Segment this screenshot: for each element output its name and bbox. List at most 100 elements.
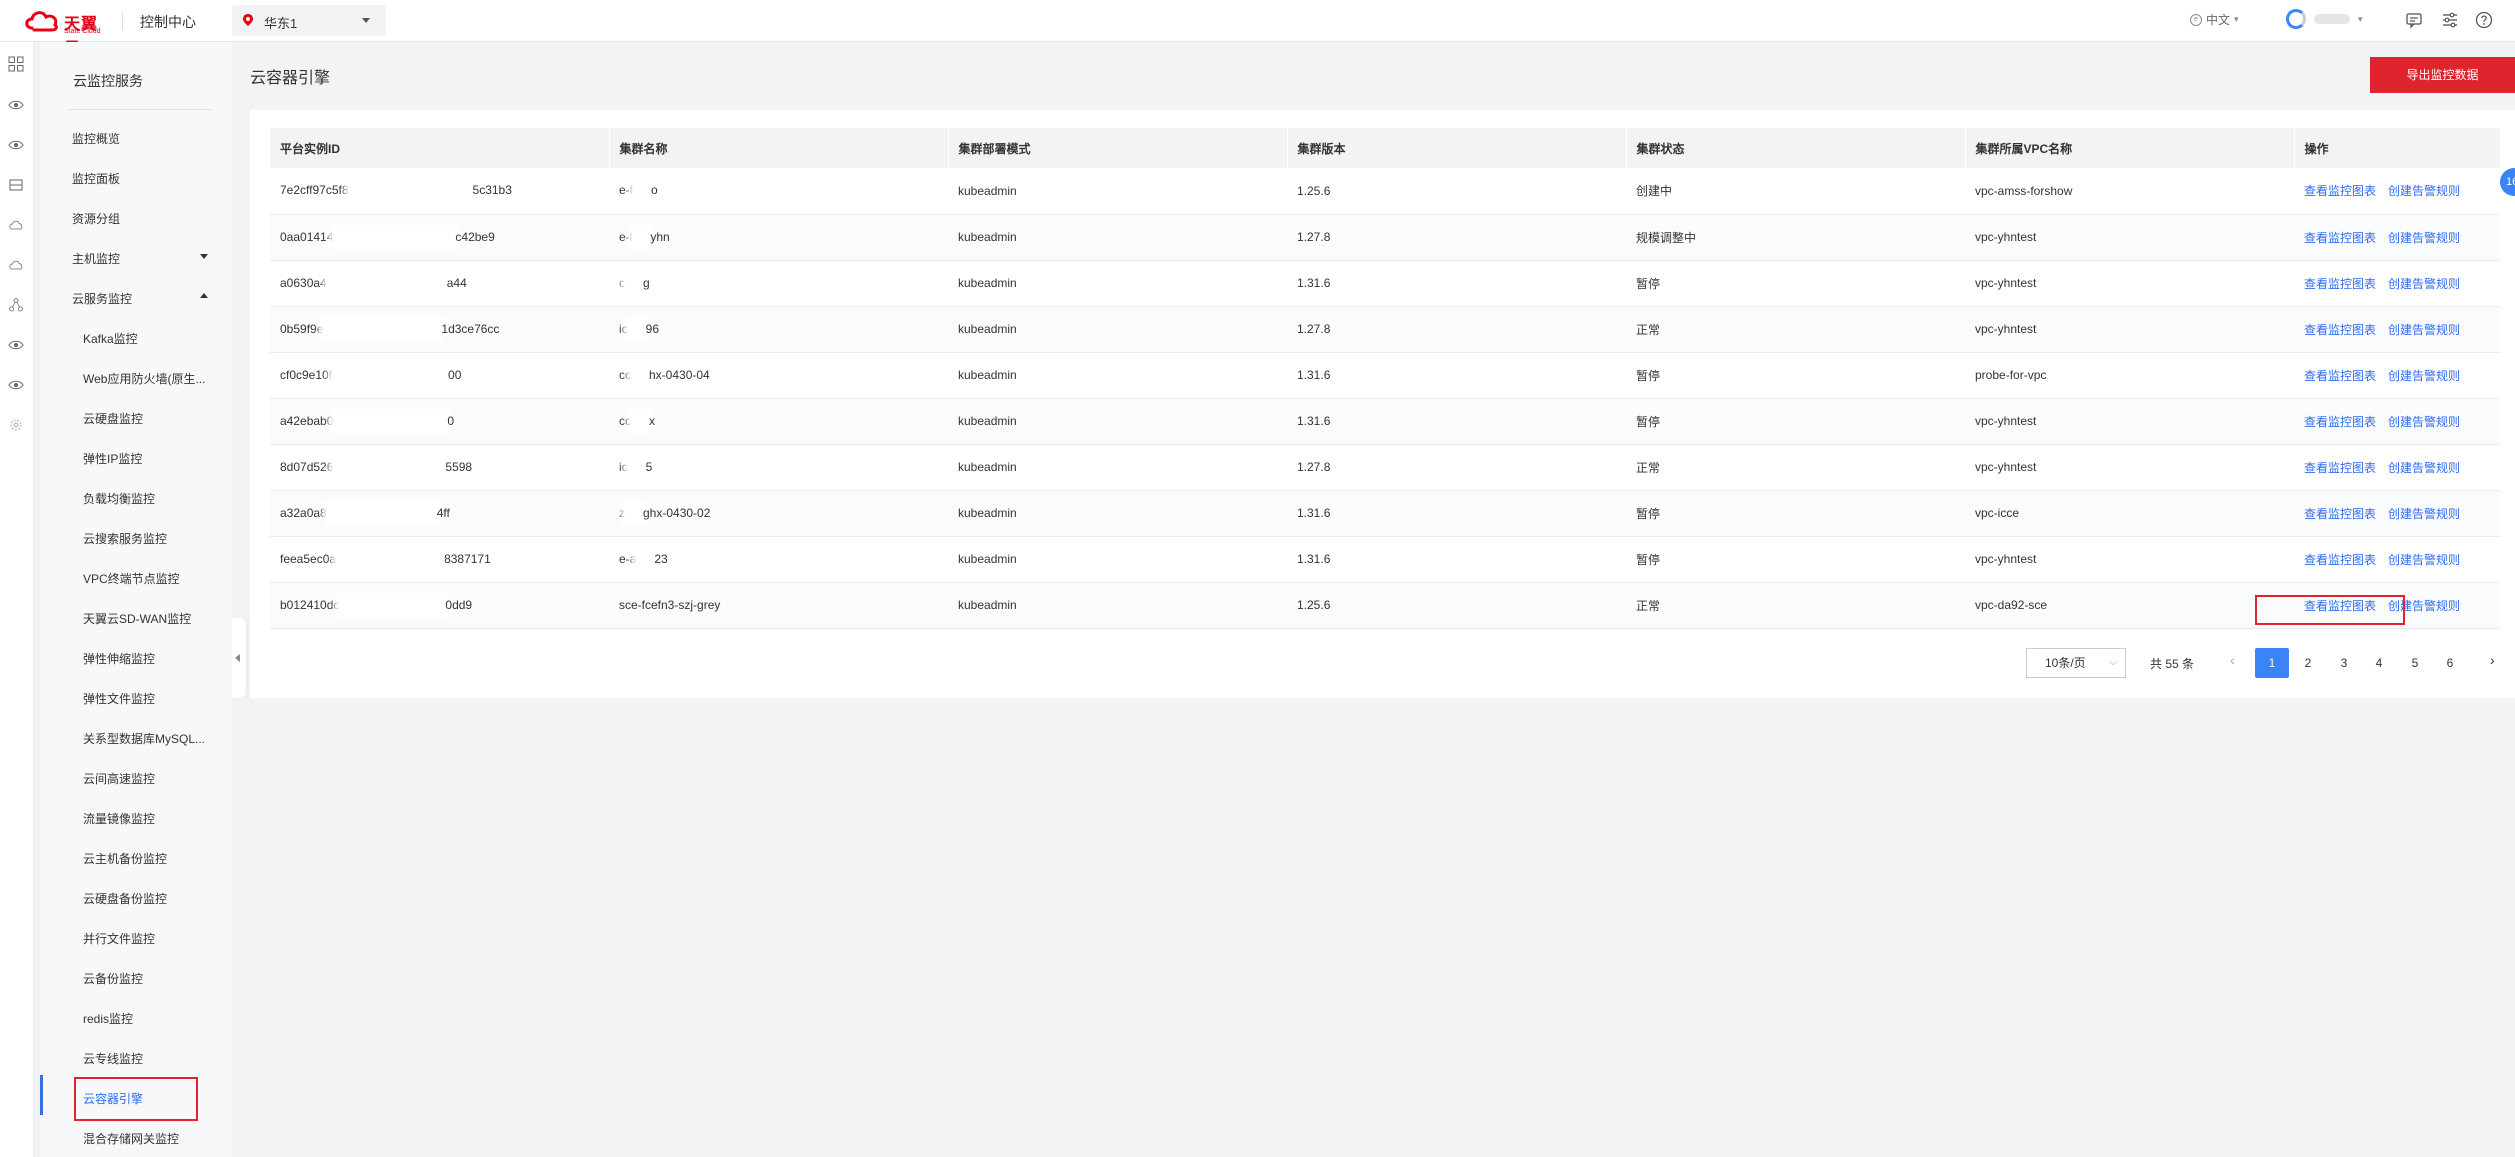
view-monitoring-chart-link[interactable]: 查看监控图表 xyxy=(2304,369,2376,383)
vpc-name-cell: vpc-icce xyxy=(1965,490,2294,537)
eye-icon[interactable] xyxy=(8,137,24,153)
top-bar: 天翼云 State Cloud 控制中心 华东1 e 中文 ▾ ▾ xyxy=(0,0,2515,57)
page-button-2[interactable]: 2 xyxy=(2291,648,2325,678)
highlight-box xyxy=(74,1077,198,1121)
console-title[interactable]: 控制中心 xyxy=(140,12,196,32)
cloud-icon[interactable] xyxy=(8,257,24,273)
create-alarm-rule-link[interactable]: 创建告警规则 xyxy=(2388,369,2460,383)
eye-icon[interactable] xyxy=(8,377,24,393)
create-alarm-rule-link[interactable]: 创建告警规则 xyxy=(2388,415,2460,429)
create-alarm-rule-link[interactable]: 创建告警规则 xyxy=(2388,184,2460,198)
sidebar-item-elastic-file[interactable]: 弹性文件监控 xyxy=(83,690,225,707)
view-monitoring-chart-link[interactable]: 查看监控图表 xyxy=(2304,184,2376,198)
sidebar-item-hybrid-storage-gateway[interactable]: 混合存储网关监控 xyxy=(83,1130,225,1147)
brand-logo[interactable]: 天翼云 State Cloud xyxy=(22,6,112,57)
sidebar-item-dashboard[interactable]: 监控面板 xyxy=(72,170,120,187)
instance-id-cell: feea5ec0a 8387171 xyxy=(270,536,609,583)
view-monitoring-chart-link[interactable]: 查看监控图表 xyxy=(2304,277,2376,291)
sidebar-item-sd-wan[interactable]: 天翼云SD-WAN监控 xyxy=(83,610,225,627)
redacted-mask xyxy=(633,368,647,383)
region-selector[interactable]: 华东1 xyxy=(232,5,386,36)
cluster-name-suffix: g xyxy=(643,275,650,290)
prev-page-button[interactable]: ‹ xyxy=(2230,652,2235,668)
view-monitoring-chart-link[interactable]: 查看监控图表 xyxy=(2304,461,2376,475)
create-alarm-rule-link[interactable]: 创建告警规则 xyxy=(2388,323,2460,337)
chevron-down-icon: ▾ xyxy=(2358,13,2363,24)
eye-icon[interactable] xyxy=(8,337,24,353)
cluster-status-cell: 创建中 xyxy=(1626,168,1965,215)
view-monitoring-chart-link[interactable]: 查看监控图表 xyxy=(2304,415,2376,429)
operations-cell: 查看监控图表 创建告警规则 xyxy=(2294,168,2500,215)
user-menu[interactable]: ▾ xyxy=(2286,9,2363,29)
operations-cell: 查看监控图表 创建告警规则 xyxy=(2294,214,2500,261)
message-icon[interactable] xyxy=(2404,10,2424,30)
operations-cell: 查看监控图表 创建告警规则 xyxy=(2294,352,2500,399)
sidebar-item-host-backup[interactable]: 云主机备份监控 xyxy=(83,850,225,867)
chevron-up-icon[interactable] xyxy=(200,293,208,298)
instance-id-prefix: 0b59f9e xyxy=(280,321,324,336)
language-selector[interactable]: e 中文 ▾ xyxy=(2190,11,2239,28)
redacted-mask xyxy=(629,322,644,337)
sidebar-item-host-monitoring[interactable]: 主机监控 xyxy=(72,250,120,267)
create-alarm-rule-link[interactable]: 创建告警规则 xyxy=(2388,553,2460,567)
page-button-4[interactable]: 4 xyxy=(2362,648,2396,678)
settings-sliders-icon[interactable] xyxy=(2440,10,2460,30)
grid-apps-icon[interactable] xyxy=(8,56,24,72)
sidebar-item-cloud-service-monitoring[interactable]: 云服务监控 xyxy=(72,290,132,307)
export-monitoring-data-button[interactable]: 导出监控数据 xyxy=(2370,57,2515,93)
sidebar-item-cloud-search[interactable]: 云搜索服务监控 xyxy=(83,530,225,547)
gear-icon[interactable] xyxy=(8,417,24,433)
page-button-3[interactable]: 3 xyxy=(2327,648,2361,678)
sidebar-item-vpc-endpoint[interactable]: VPC终端节点监控 xyxy=(83,570,225,587)
sidebar-item-parallel-file[interactable]: 并行文件监控 xyxy=(83,930,225,947)
vpc-name-cell: vpc-yhntest xyxy=(1965,214,2294,261)
sidebar-item-disk-backup[interactable]: 云硬盘备份监控 xyxy=(83,890,225,907)
sidebar-item-kafka[interactable]: Kafka监控 xyxy=(83,330,225,347)
help-icon[interactable] xyxy=(2474,10,2494,30)
chevron-down-icon[interactable] xyxy=(200,254,208,259)
view-monitoring-chart-link[interactable]: 查看监控图表 xyxy=(2304,553,2376,567)
sidebar-item-load-balancer[interactable]: 负载均衡监控 xyxy=(83,490,225,507)
sidebar-item-mysql[interactable]: 关系型数据库MySQL... xyxy=(83,730,225,747)
sidebar-item-traffic-mirror[interactable]: 流量镜像监控 xyxy=(83,810,225,827)
instance-id-suffix: 00 xyxy=(448,367,462,382)
column-header: 集群名称 xyxy=(609,128,949,168)
create-alarm-rule-link[interactable]: 创建告警规则 xyxy=(2388,461,2460,475)
cluster-name-cell: cc x xyxy=(609,398,948,445)
view-monitoring-chart-link[interactable]: 查看监控图表 xyxy=(2304,507,2376,521)
sidebar-item-resource-group[interactable]: 资源分组 xyxy=(72,210,120,227)
next-page-button[interactable]: › xyxy=(2490,652,2495,668)
eye-icon[interactable] xyxy=(8,97,24,113)
instance-id-prefix: 8d07d526 xyxy=(280,459,334,474)
create-alarm-rule-link[interactable]: 创建告警规则 xyxy=(2388,277,2460,291)
sidebar-item-cloud-express[interactable]: 云间高速监控 xyxy=(83,770,225,787)
instance-id-prefix: a32a0a8 xyxy=(280,505,327,520)
sidebar-item-eip[interactable]: 弹性IP监控 xyxy=(83,450,225,467)
page-button-5[interactable]: 5 xyxy=(2398,648,2432,678)
page-button-1[interactable]: 1 xyxy=(2255,648,2289,678)
view-monitoring-chart-link[interactable]: 查看监控图表 xyxy=(2304,231,2376,245)
sidebar-item-direct-connect[interactable]: 云专线监控 xyxy=(83,1050,225,1067)
page-size-select[interactable]: 10条/页 ⌵ xyxy=(2026,648,2126,678)
sidebar-collapse-handle[interactable] xyxy=(232,618,246,698)
view-monitoring-chart-link[interactable]: 查看监控图表 xyxy=(2304,323,2376,337)
sidebar-item-cloud-backup[interactable]: 云备份监控 xyxy=(83,970,225,987)
network-nodes-icon[interactable] xyxy=(8,297,24,313)
sidebar-item-waf[interactable]: Web应用防火墙(原生... xyxy=(83,370,225,387)
deploy-mode-cell: kubeadmin xyxy=(948,306,1287,353)
page-button-6[interactable]: 6 xyxy=(2433,648,2467,678)
sidebar-item-auto-scaling[interactable]: 弹性伸缩监控 xyxy=(83,650,225,667)
cluster-name-prefix: e-f xyxy=(619,183,634,198)
column-header: 集群状态 xyxy=(1626,128,1966,168)
deploy-mode-cell: kubeadmin xyxy=(948,352,1287,399)
redacted-mask xyxy=(350,184,471,199)
cluster-name-suffix: 96 xyxy=(645,321,660,336)
sidebar-item-overview[interactable]: 监控概览 xyxy=(72,130,120,147)
server-icon[interactable] xyxy=(8,177,24,193)
cloud-icon[interactable] xyxy=(8,217,24,233)
sidebar-item-redis[interactable]: redis监控 xyxy=(83,1010,225,1027)
create-alarm-rule-link[interactable]: 创建告警规则 xyxy=(2388,507,2460,521)
create-alarm-rule-link[interactable]: 创建告警规则 xyxy=(2388,231,2460,245)
sidebar-item-cloud-disk[interactable]: 云硬盘监控 xyxy=(83,410,225,427)
cluster-name-cell: cg xyxy=(609,260,948,307)
